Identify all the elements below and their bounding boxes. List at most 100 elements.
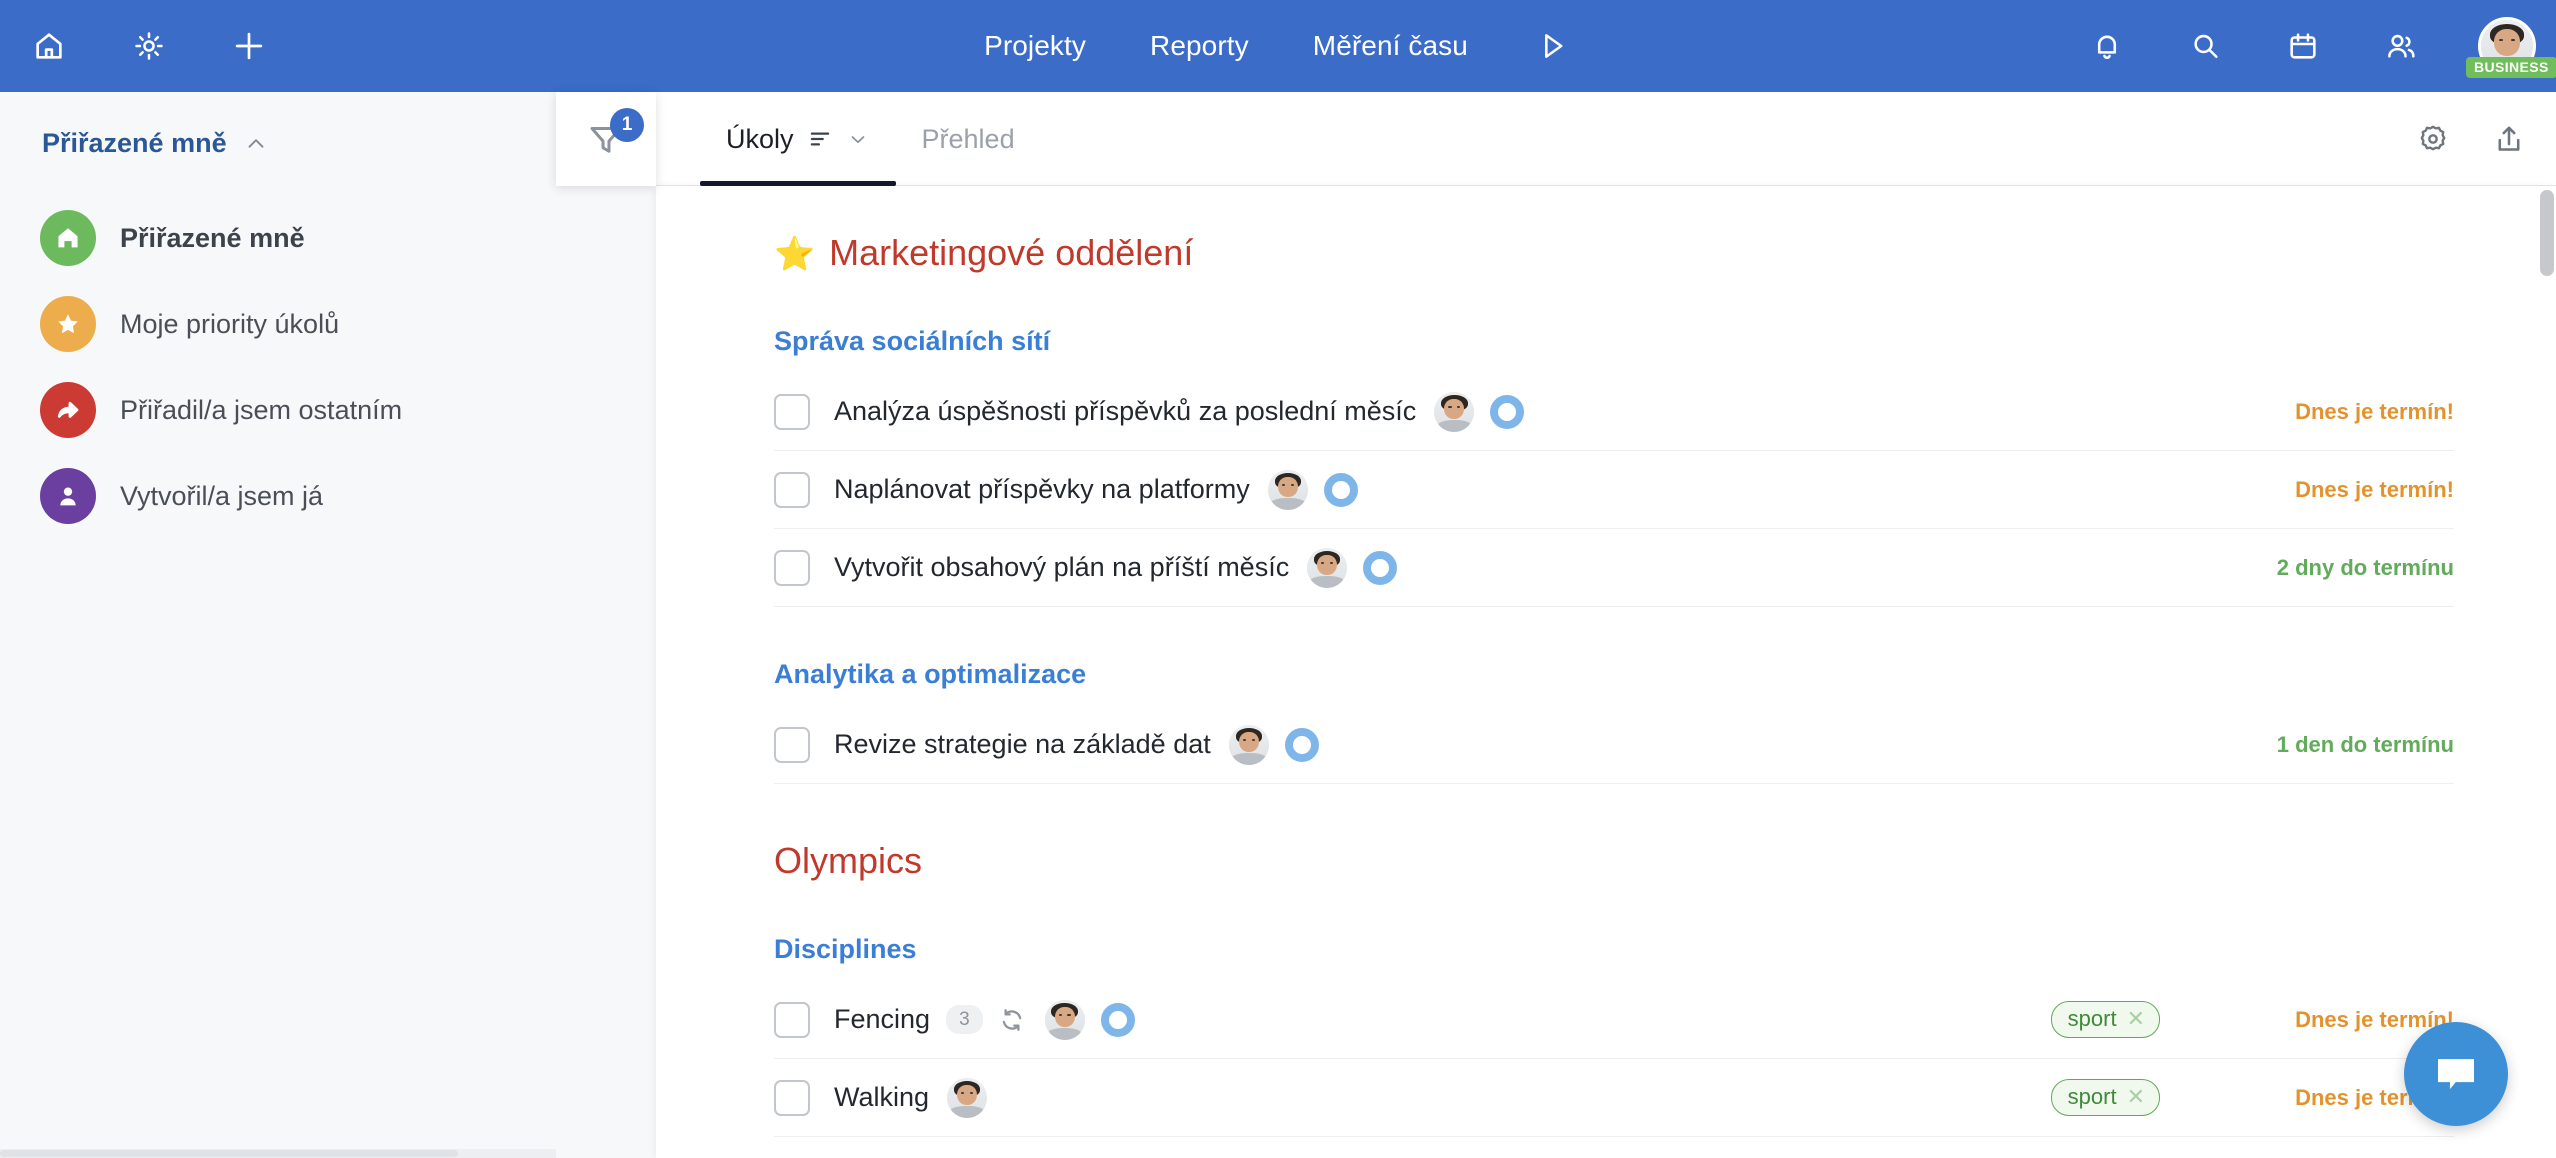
task-status-ring[interactable]: [1323, 472, 1358, 507]
top-navigation-bar: Projekty Reporty Měření času BUSINESS: [0, 0, 2556, 92]
section-title-analytika[interactable]: Analytika a optimalizace: [656, 607, 2556, 690]
task-checkbox[interactable]: [774, 549, 810, 586]
nav-link-projekty[interactable]: Projekty: [984, 30, 1086, 62]
settings-gear-icon[interactable]: [122, 19, 176, 73]
topnav-right-icons: BUSINESS: [2080, 0, 2556, 92]
task-status-ring[interactable]: [1284, 727, 1319, 762]
tab-label: Přehled: [921, 123, 1015, 154]
search-icon[interactable]: [2178, 19, 2232, 73]
table-row[interactable]: Revize strategie na základě dat 1 den do…: [774, 706, 2454, 784]
table-row[interactable]: Naplánovat příspěvky na platformy Dnes j…: [774, 451, 2454, 529]
sidebar-item-prirazene-mne[interactable]: Přiřazené mně: [0, 195, 556, 281]
sidebar-list: Přiřazené mně Moje priority úkolů Přiřad…: [0, 195, 556, 539]
tab-label: Úkoly: [726, 123, 794, 154]
close-icon[interactable]: ✕: [2127, 1086, 2145, 1108]
task-assignee-avatar[interactable]: [1044, 999, 1085, 1040]
content-left-gutter: [556, 186, 656, 1158]
project-title-label: Marketingové oddělení: [829, 232, 1194, 273]
sidebar-header[interactable]: Přiřazené mně: [0, 92, 556, 159]
task-title: Analýza úspěšnosti příspěvků za poslední…: [834, 396, 1417, 426]
person-icon: [40, 468, 96, 524]
project-title-olympics[interactable]: Olympics: [656, 784, 2556, 882]
nav-link-reporty[interactable]: Reporty: [1150, 30, 1249, 62]
share-arrow-icon: [40, 382, 96, 438]
content-vertical-scrollbar[interactable]: [2540, 190, 2554, 1158]
task-assignee-avatar[interactable]: [1434, 391, 1475, 432]
task-checkbox[interactable]: [774, 1079, 810, 1116]
status-badge: BUSINESS: [2466, 57, 2556, 78]
plus-add-icon[interactable]: [222, 19, 276, 73]
settings-flower-icon[interactable]: [2416, 122, 2450, 156]
avatar[interactable]: BUSINESS: [2466, 17, 2556, 78]
people-contacts-icon[interactable]: [2374, 19, 2428, 73]
task-title: Vytvořit obsahový plán na příští měsíc: [834, 552, 1290, 582]
sidebar-item-label: Moje priority úkolů: [120, 308, 340, 339]
sidebar-item-label: Přiřadil/a jsem ostatním: [120, 394, 403, 425]
recurring-icon[interactable]: [997, 1005, 1027, 1035]
star-icon: ⭐: [774, 234, 816, 272]
play-timer-icon[interactable]: [1532, 26, 1572, 66]
project-title-marketing[interactable]: ⭐ Marketingové oddělení: [656, 186, 2556, 274]
task-checkbox[interactable]: [774, 1001, 810, 1038]
sidebar-header-title: Přiřazené mně: [42, 128, 227, 158]
star-icon: [40, 296, 96, 352]
task-title: Fencing: [834, 1004, 931, 1034]
chevron-down-icon[interactable]: [846, 127, 870, 151]
sidebar-item-moje-priority[interactable]: Moje priority úkolů: [0, 281, 556, 367]
subtask-count-badge: 3: [946, 1005, 983, 1034]
sidebar: Přiřazené mně Přiřazené mně Moje priorit…: [0, 92, 556, 1158]
content-toolbar: 1 Úkoly Přehled: [556, 92, 2556, 186]
table-row[interactable]: Walking sport ✕ Dnes je termín!: [774, 1059, 2454, 1137]
task-assignee-avatar[interactable]: [947, 1077, 988, 1118]
tab-prehled[interactable]: Přehled: [896, 92, 1041, 186]
task-status-ring[interactable]: [1100, 1002, 1135, 1037]
chevron-up-icon[interactable]: [243, 131, 269, 157]
table-row[interactable]: Fencing 3 sport ✕ Dnes je termín!: [774, 981, 2454, 1059]
sidebar-item-label: Vytvořil/a jsem já: [120, 480, 324, 511]
task-due-label: Dnes je termín!: [2295, 1006, 2454, 1032]
share-export-icon[interactable]: [2492, 122, 2526, 156]
calendar-icon[interactable]: [2276, 19, 2330, 73]
table-row[interactable]: Analýza úspěšnosti příspěvků za poslední…: [774, 373, 2454, 451]
task-title: Revize strategie na základě dat: [834, 729, 1211, 759]
task-assignee-avatar[interactable]: [1307, 547, 1348, 588]
filter-count-badge: 1: [610, 108, 644, 142]
nav-link-mereni-casu[interactable]: Měření času: [1313, 30, 1468, 62]
sidebar-item-label: Přiřazené mně: [120, 222, 305, 253]
task-assignee-avatar[interactable]: [1228, 724, 1269, 765]
tab-ukoly[interactable]: Úkoly: [700, 92, 896, 186]
task-due-label: Dnes je termín!: [2295, 476, 2454, 502]
tab-bar: Úkoly Přehled: [700, 92, 1041, 186]
task-checkbox[interactable]: [774, 726, 810, 763]
sort-lines-icon[interactable]: [807, 126, 833, 152]
app-window: Projekty Reporty Měření času BUSINESS Př…: [0, 0, 2556, 1158]
sidebar-horizontal-scrollbar[interactable]: [0, 1149, 556, 1158]
task-due-label: 1 den do termínu: [2276, 731, 2454, 757]
task-title: Walking: [834, 1082, 930, 1112]
task-title: Naplánovat příspěvky na platformy: [834, 474, 1250, 504]
task-status-ring[interactable]: [1490, 394, 1525, 429]
task-checkbox[interactable]: [774, 393, 810, 430]
task-tag-sport[interactable]: sport ✕: [2050, 1001, 2160, 1038]
task-due-label: Dnes je termín!: [2295, 398, 2454, 424]
project-title-label: Olympics: [774, 840, 923, 881]
table-row[interactable]: Vytvořit obsahový plán na příští měsíc 2…: [774, 529, 2454, 607]
chat-bubble-icon[interactable]: [2404, 1022, 2508, 1126]
sidebar-item-priradil-jsem[interactable]: Přiřadil/a jsem ostatním: [0, 367, 556, 453]
filter-button[interactable]: 1: [556, 92, 656, 186]
task-checkbox[interactable]: [774, 471, 810, 508]
task-list-panel: ⭐ Marketingové oddělení Správa sociálníc…: [656, 186, 2556, 1158]
task-status-ring[interactable]: [1363, 550, 1398, 585]
tag-label: sport: [2067, 1006, 2117, 1031]
home-icon[interactable]: [22, 19, 76, 73]
close-icon[interactable]: ✕: [2127, 1008, 2145, 1030]
task-assignee-avatar[interactable]: [1267, 469, 1308, 510]
tag-label: sport: [2067, 1084, 2117, 1109]
task-due-label: 2 dny do termínu: [2276, 554, 2454, 580]
bell-notification-icon[interactable]: [2080, 19, 2134, 73]
task-tag-sport[interactable]: sport ✕: [2050, 1079, 2160, 1116]
section-title-disciplines[interactable]: Disciplines: [656, 882, 2556, 965]
toolbar-right-icons: [2416, 92, 2526, 186]
sidebar-item-vytvoril-jsem[interactable]: Vytvořil/a jsem já: [0, 453, 556, 539]
section-title-sprava[interactable]: Správa sociálních sítí: [656, 274, 2556, 357]
